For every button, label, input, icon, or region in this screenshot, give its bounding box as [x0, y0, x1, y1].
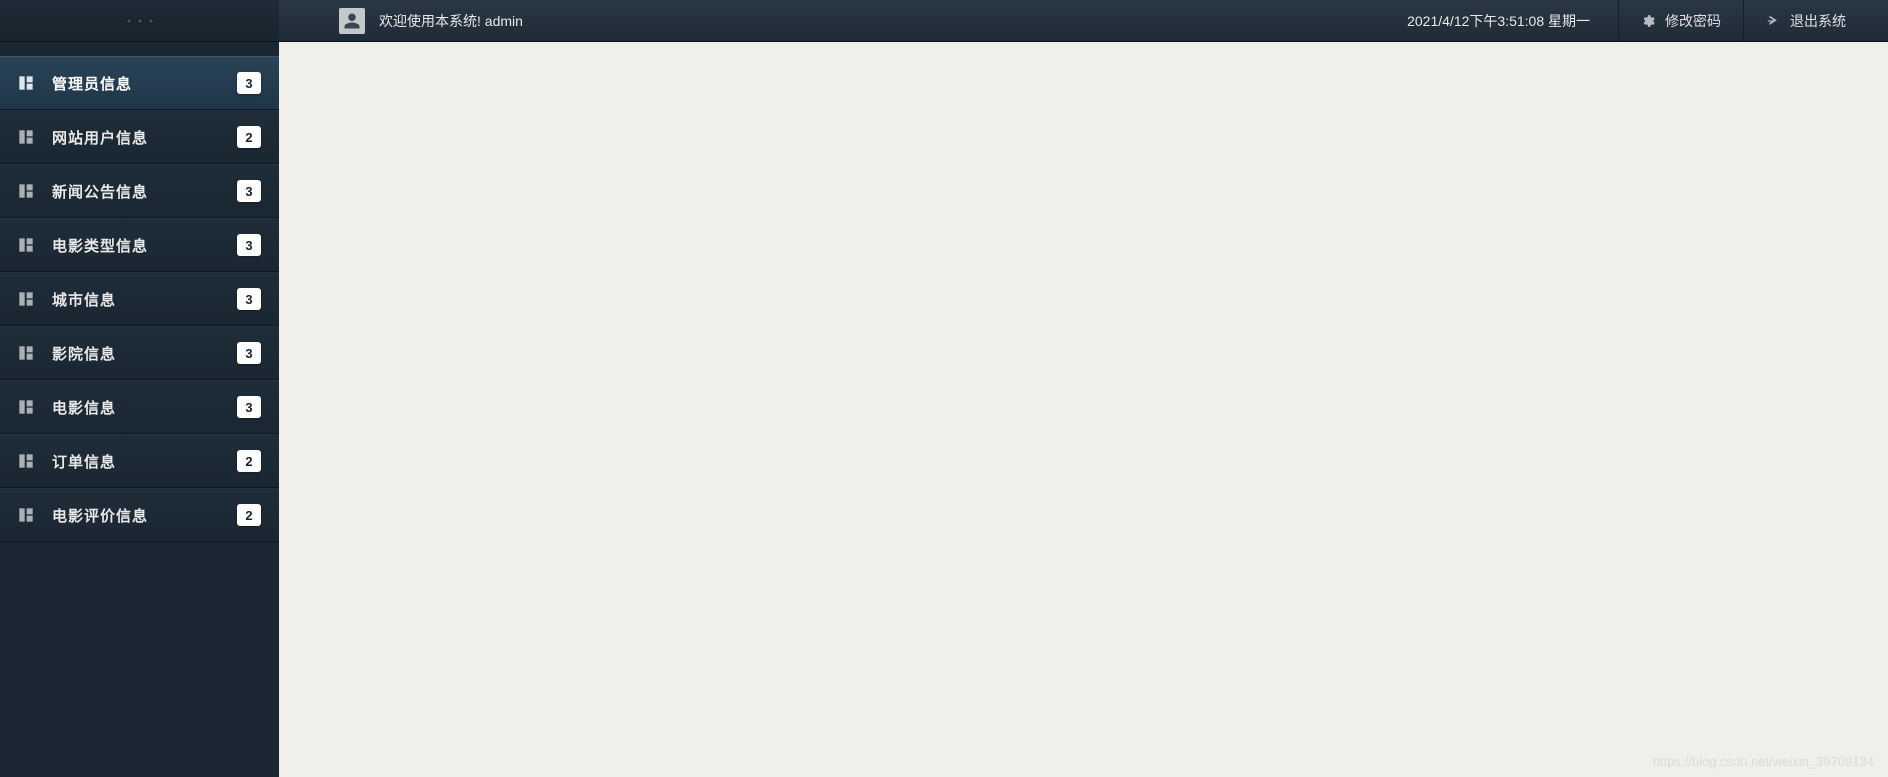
- sidebar-item-1[interactable]: 网站用户信息2: [0, 110, 279, 164]
- grid-icon: [18, 75, 34, 91]
- gear-icon: [1641, 14, 1655, 28]
- handle-dot-icon: [148, 18, 154, 24]
- sidebar-item-label: 电影类型信息: [52, 235, 237, 256]
- sidebar-item-label: 电影评价信息: [52, 505, 237, 526]
- app-container: 管理员信息3网站用户信息2新闻公告信息3电影类型信息3城市信息3影院信息3电影信…: [0, 0, 1888, 777]
- sidebar-item-label: 电影信息: [52, 397, 237, 418]
- sidebar-item-0[interactable]: 管理员信息3: [0, 56, 279, 110]
- watermark-text: https://blog.csdn.net/weixin_39709134: [1653, 754, 1874, 769]
- grid-icon: [18, 291, 34, 307]
- sidebar-item-5[interactable]: 影院信息3: [0, 326, 279, 380]
- logout-arrow-icon: [1766, 14, 1780, 28]
- sidebar-item-badge: 2: [237, 126, 261, 148]
- sidebar: 管理员信息3网站用户信息2新闻公告信息3电影类型信息3城市信息3影院信息3电影信…: [0, 0, 279, 777]
- sidebar-item-badge: 3: [237, 396, 261, 418]
- sidebar-item-8[interactable]: 电影评价信息2: [0, 488, 279, 542]
- grid-icon: [18, 237, 34, 253]
- sidebar-item-badge: 3: [237, 342, 261, 364]
- change-password-button[interactable]: 修改密码: [1618, 0, 1743, 42]
- sidebar-item-badge: 2: [237, 450, 261, 472]
- sidebar-item-label: 网站用户信息: [52, 127, 237, 148]
- grid-icon: [18, 345, 34, 361]
- sidebar-item-label: 订单信息: [52, 451, 237, 472]
- sidebar-item-label: 新闻公告信息: [52, 181, 237, 202]
- main-area: 欢迎使用本系统! admin 2021/4/12下午3:51:08 星期一 修改…: [279, 0, 1888, 777]
- sidebar-item-badge: 3: [237, 72, 261, 94]
- grid-icon: [18, 399, 34, 415]
- grid-icon: [18, 453, 34, 469]
- logout-button[interactable]: 退出系统: [1743, 0, 1868, 42]
- sidebar-item-badge: 2: [237, 504, 261, 526]
- topbar: 欢迎使用本系统! admin 2021/4/12下午3:51:08 星期一 修改…: [279, 0, 1888, 42]
- sidebar-item-2[interactable]: 新闻公告信息3: [0, 164, 279, 218]
- grid-icon: [18, 183, 34, 199]
- logout-label: 退出系统: [1790, 11, 1846, 31]
- sidebar-item-label: 城市信息: [52, 289, 237, 310]
- change-password-label: 修改密码: [1665, 11, 1721, 31]
- sidebar-item-6[interactable]: 电影信息3: [0, 380, 279, 434]
- topbar-left: 欢迎使用本系统! admin: [339, 8, 523, 34]
- sidebar-menu: 管理员信息3网站用户信息2新闻公告信息3电影类型信息3城市信息3影院信息3电影信…: [0, 42, 279, 777]
- sidebar-drag-handle[interactable]: [0, 0, 279, 42]
- welcome-text: 欢迎使用本系统! admin: [379, 11, 523, 31]
- topbar-right: 2021/4/12下午3:51:08 星期一 修改密码 退出系统: [1407, 0, 1868, 42]
- datetime-display: 2021/4/12下午3:51:08 星期一: [1407, 11, 1618, 31]
- sidebar-item-label: 管理员信息: [52, 73, 237, 94]
- user-avatar-icon: [339, 8, 365, 34]
- sidebar-item-label: 影院信息: [52, 343, 237, 364]
- grid-icon: [18, 129, 34, 145]
- handle-dot-icon: [126, 18, 132, 24]
- handle-dot-icon: [137, 18, 143, 24]
- sidebar-item-badge: 3: [237, 180, 261, 202]
- sidebar-item-3[interactable]: 电影类型信息3: [0, 218, 279, 272]
- grid-icon: [18, 507, 34, 523]
- sidebar-item-7[interactable]: 订单信息2: [0, 434, 279, 488]
- sidebar-item-badge: 3: [237, 288, 261, 310]
- sidebar-item-4[interactable]: 城市信息3: [0, 272, 279, 326]
- sidebar-item-badge: 3: [237, 234, 261, 256]
- content-area: https://blog.csdn.net/weixin_39709134: [279, 42, 1888, 777]
